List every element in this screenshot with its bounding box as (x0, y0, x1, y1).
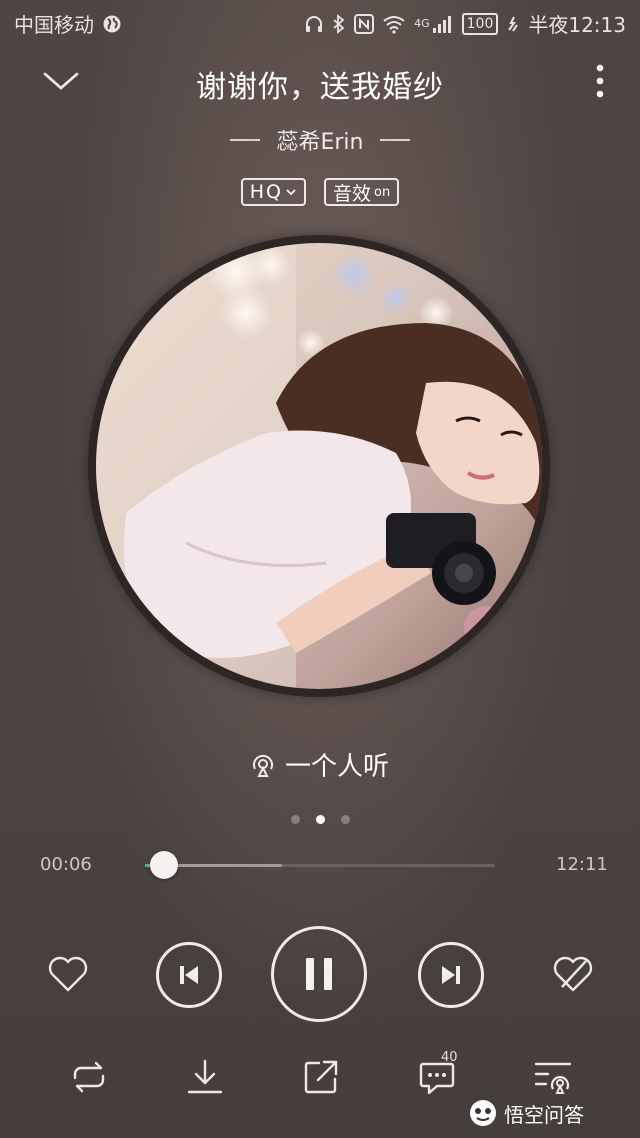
divider (379, 139, 410, 141)
total-duration: 12:11 (556, 854, 608, 875)
signal-icon (432, 15, 451, 33)
chevron-down-icon (286, 189, 296, 196)
dislike-button[interactable] (549, 950, 597, 998)
download-button[interactable] (182, 1054, 228, 1100)
divider (230, 139, 261, 141)
carrier-label: 中国移动 (14, 13, 94, 37)
battery-indicator: 100 (461, 12, 499, 35)
listen-together-icon (253, 754, 273, 777)
elapsed-time: 00:06 (40, 854, 92, 875)
network-type: 4G (414, 17, 430, 30)
headphones-icon (306, 15, 323, 32)
seek-thumb[interactable] (149, 851, 178, 879)
page-indicator (0, 815, 640, 824)
badge-row: HQ 音效 on (0, 178, 640, 206)
artist-row: 蕊希Erin (0, 124, 640, 156)
charging-icon (508, 16, 519, 32)
bluetooth-icon (333, 13, 345, 34)
artist-name[interactable]: 蕊希Erin (276, 124, 363, 156)
previous-button[interactable] (156, 942, 222, 1008)
album-photo (96, 243, 542, 689)
watermark-text: 悟空问答 (504, 1102, 584, 1127)
played-bar (145, 864, 148, 867)
watermark: 悟空问答 (468, 1098, 584, 1128)
comment-count: 40 (441, 1050, 458, 1065)
listen-together-label: 一个人听 (284, 752, 389, 782)
pause-icon (306, 958, 332, 990)
share-icon (304, 1060, 338, 1094)
globe-icon (103, 15, 121, 32)
status-bar: 中国移动 4G 100 半夜12:13 (0, 0, 640, 44)
like-button[interactable] (44, 950, 92, 998)
heart-broken-icon (553, 956, 593, 992)
page-dot-active[interactable] (315, 815, 325, 824)
quality-selector[interactable]: HQ (240, 178, 307, 206)
next-button[interactable] (418, 942, 484, 1008)
listen-together-button[interactable]: 一个人听 (0, 746, 640, 783)
more-vertical-icon (596, 64, 604, 98)
wifi-icon (383, 15, 405, 34)
playlist-button[interactable] (530, 1054, 576, 1100)
chevron-down-icon (43, 72, 79, 90)
wukong-logo-icon (470, 1100, 496, 1126)
play-pause-button[interactable] (271, 926, 367, 1022)
more-options-button[interactable] (588, 62, 612, 104)
nfc-icon (354, 13, 375, 34)
sound-effect-button[interactable]: 音效 on (324, 178, 400, 206)
page-dot[interactable] (290, 815, 300, 824)
page-dot[interactable] (340, 815, 350, 824)
heart-icon (48, 956, 88, 992)
playlist-icon (534, 1062, 572, 1094)
previous-icon (180, 966, 198, 984)
share-button[interactable] (298, 1054, 344, 1100)
download-icon (187, 1059, 223, 1094)
repeat-icon (73, 1061, 105, 1093)
sound-effect-label: 音效 (333, 182, 372, 205)
clock: 半夜12:13 (528, 13, 626, 37)
sound-effect-state: on (374, 184, 391, 200)
collapse-button[interactable] (40, 62, 82, 104)
next-icon (442, 966, 460, 984)
repeat-button[interactable] (66, 1054, 112, 1100)
song-title: 谢谢你，送我婚纱 (196, 70, 444, 105)
album-art[interactable] (96, 243, 542, 689)
quality-label: HQ (249, 181, 284, 203)
